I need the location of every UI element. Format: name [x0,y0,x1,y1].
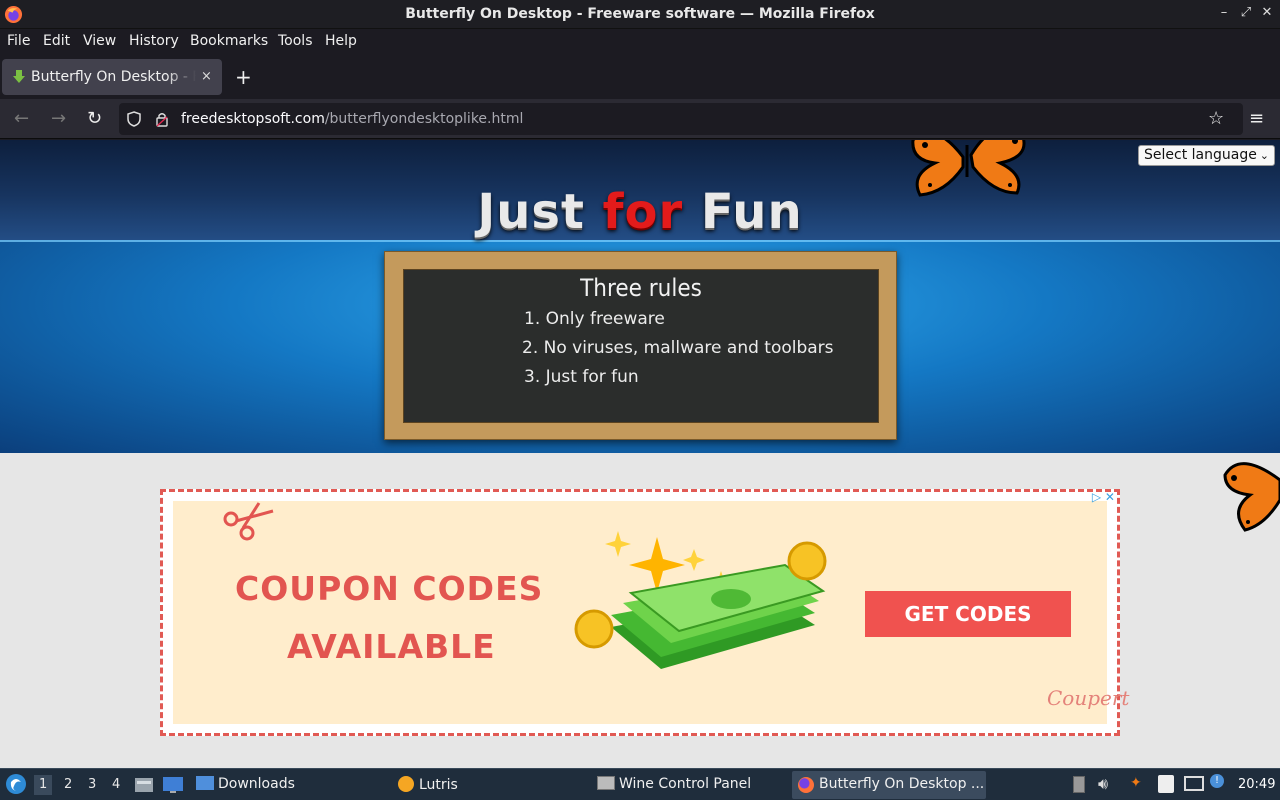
task-downloads[interactable]: Downloads [196,776,295,792]
page-content: Just for Fun Select language ⌄ Three rul… [0,140,1280,768]
task-firefox[interactable]: Butterfly On Desktop ... [792,771,986,799]
money-stack-icon [574,531,827,669]
start-menu-icon[interactable] [5,773,27,795]
tab-butterfly[interactable]: Butterfly On Desktop - Freeware software… [2,59,222,95]
tab-close-icon[interactable]: × [201,69,212,84]
rule-item: 3. Just for fun [524,367,639,387]
ad-headline-line1: COUPON CODES [235,569,544,608]
lutris-icon [398,776,414,792]
window-titlebar: Butterfly On Desktop - Freeware software… [0,0,1280,29]
task-wine-label: Wine Control Panel [619,776,752,792]
tab-title: Butterfly On Desktop - Freeware software [31,69,196,85]
back-icon[interactable]: ← [14,108,29,129]
workspace-2[interactable]: 2 [64,777,72,792]
menu-bookmarks[interactable]: Bookmarks [190,33,268,49]
folder-icon [196,776,214,790]
firefox-icon [798,777,814,793]
notes-icon[interactable] [1158,775,1174,793]
butterfly-tray-icon[interactable]: ✦ [1130,775,1142,791]
ad-choices-icon[interactable]: ▷ ✕ [1092,490,1115,504]
ad-headline-line2: AVAILABLE [287,627,496,666]
workspace-1[interactable]: 1 [34,775,53,795]
url-text: freedesktopsoft.com/butterflyondesktopli… [181,111,523,127]
menu-file[interactable]: File [7,33,30,49]
new-tab-button[interactable]: + [235,65,252,89]
chalkboard-surface: Three rules 1. Only freeware 2. No virus… [403,269,879,423]
close-icon[interactable]: ✕ [1259,5,1275,20]
chalkboard: Three rules 1. Only freeware 2. No virus… [384,251,897,440]
menu-history[interactable]: History [129,33,179,49]
url-path: /butterflyondesktoplike.html [324,111,524,127]
clipboard-icon[interactable] [1073,776,1085,793]
file-manager-icon[interactable] [134,776,154,794]
butterfly-image[interactable] [905,140,1035,200]
menu-edit[interactable]: Edit [43,33,70,49]
butterfly-image[interactable] [1220,430,1280,540]
minimize-icon[interactable]: – [1216,5,1232,20]
rules-title: Three rules [580,274,702,302]
site-logo[interactable]: Just for Fun [0,184,1280,240]
lock-icon[interactable] [155,111,169,127]
notification-icon[interactable]: ! [1210,774,1224,788]
download-arrow-icon [13,70,25,83]
language-select-label: Select language [1144,147,1257,163]
navigation-bar: ← → ↻ freedesktopsoft.com/butterflyondes… [0,99,1280,139]
reload-icon[interactable]: ↻ [87,108,102,129]
task-lutris[interactable]: Lutris [398,776,458,793]
wine-icon [597,776,615,790]
hamburger-menu-icon[interactable]: ≡ [1249,108,1264,129]
workspace-3[interactable]: 3 [88,777,96,792]
tab-strip: Butterfly On Desktop - Freeware software… [0,54,1280,99]
volume-icon[interactable]: 🔊︎ [1098,774,1108,794]
menu-help[interactable]: Help [325,33,357,49]
network-icon[interactable] [1184,776,1204,791]
task-lutris-label: Lutris [419,777,458,793]
coupert-logo: Coupert [1047,686,1130,710]
rule-item: 2. No viruses, mallware and toolbars [522,338,834,358]
window-title: Butterfly On Desktop - Freeware software… [405,6,875,22]
taskbar: 1 2 3 4 Downloads Lutris Wine Control Pa… [0,768,1280,800]
chevron-down-icon: ⌄ [1259,149,1269,162]
desktop-icon[interactable] [162,776,184,794]
logo-word-for: for [602,184,684,240]
coupon-advertisement[interactable]: COUPON CODES AVAILABLE GET CODES Coupert… [160,489,1129,736]
logo-word-fun: Fun [700,184,803,240]
maximize-icon[interactable]: ⤢ [1238,5,1254,20]
menu-tools[interactable]: Tools [278,33,313,49]
clock[interactable]: 20:49 [1238,777,1275,792]
menu-view[interactable]: View [83,33,116,49]
forward-icon[interactable]: → [51,108,66,129]
workspace-4[interactable]: 4 [112,777,120,792]
url-host: freedesktopsoft.com [181,111,325,127]
url-bar[interactable]: freedesktopsoft.com/butterflyondesktopli… [119,103,1243,135]
rule-item: 1. Only freeware [524,309,665,329]
task-wine[interactable]: Wine Control Panel [597,776,751,792]
logo-word-just: Just [477,184,585,240]
task-firefox-label: Butterfly On Desktop ... [819,776,985,792]
ad-panel: COUPON CODES AVAILABLE GET CODES Coupert [173,501,1129,724]
bookmark-star-icon[interactable]: ☆ [1208,108,1224,129]
scissors-icon [223,502,274,541]
get-codes-button[interactable]: GET CODES [865,591,1071,637]
language-select[interactable]: Select language ⌄ [1138,145,1275,166]
task-downloads-label: Downloads [218,776,295,792]
menu-bar: File Edit View History Bookmarks Tools H… [0,29,1280,54]
shield-icon[interactable] [127,111,141,127]
